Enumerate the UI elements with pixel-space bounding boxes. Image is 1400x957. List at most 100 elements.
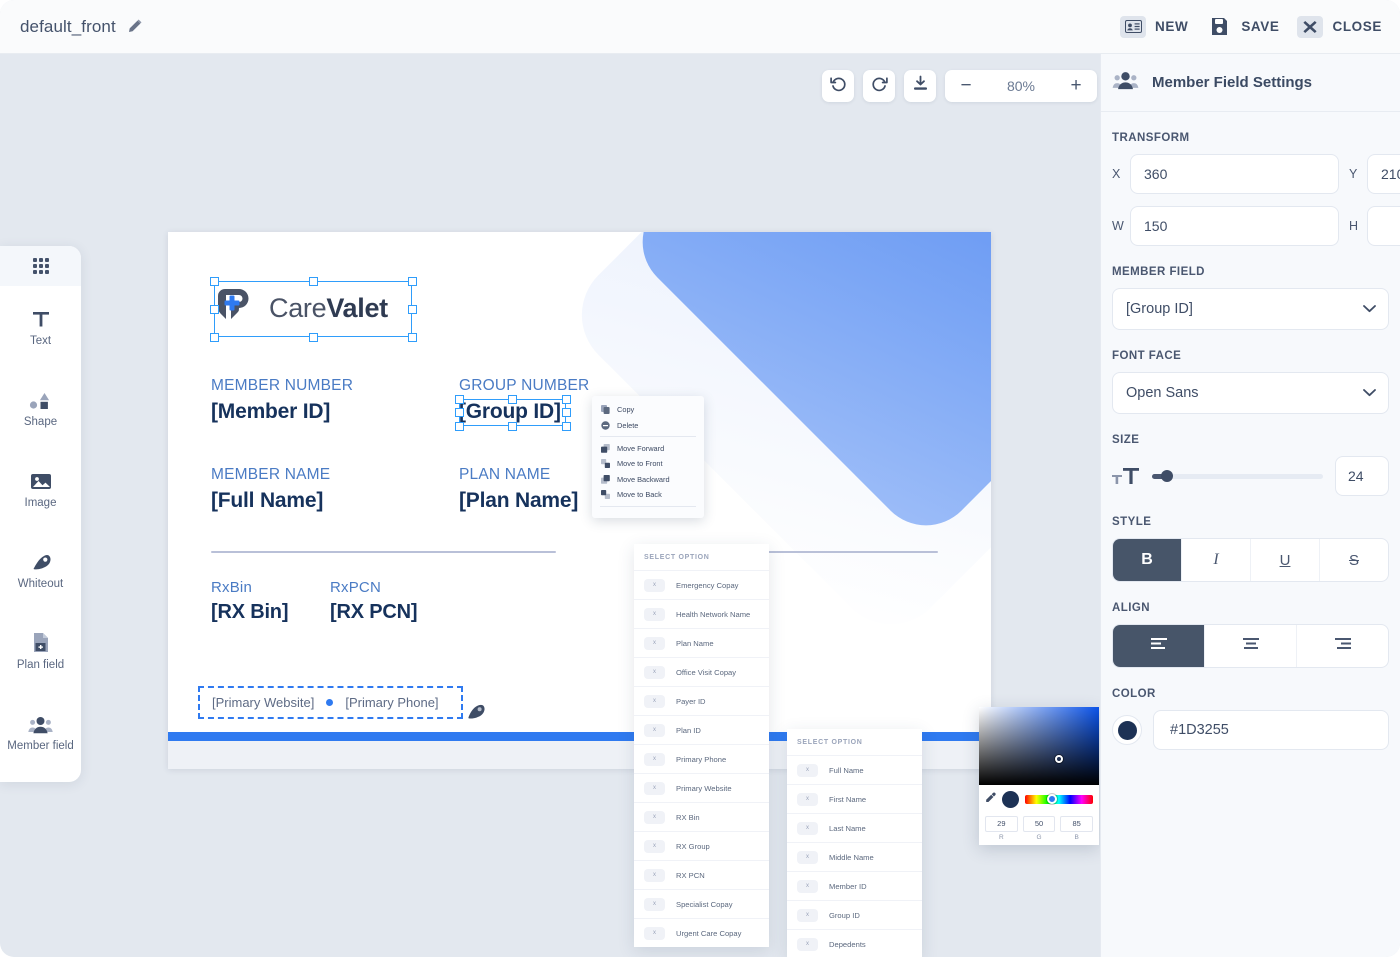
resize-handle-e[interactable] (562, 408, 571, 417)
y-input[interactable] (1367, 154, 1400, 194)
resize-handle-w[interactable] (210, 305, 219, 314)
color-g-input[interactable] (1022, 815, 1056, 832)
dropdown-option[interactable]: x Last Name (787, 813, 922, 842)
resize-handle-w[interactable] (455, 408, 464, 417)
color-r-input[interactable] (985, 815, 1018, 832)
settings-panel-body: TRANSFORM X Y W H MEMBER FIELD [Group ID… (1101, 112, 1400, 750)
dropdown-option[interactable]: x RX Group (634, 831, 769, 860)
document-title-group[interactable]: default_front (20, 17, 142, 37)
save-button[interactable]: SAVE (1206, 16, 1279, 38)
align-right-button[interactable] (1297, 625, 1388, 667)
download-button[interactable] (904, 70, 936, 102)
tool-image[interactable]: Image (0, 448, 81, 529)
dropdown-option[interactable]: x Depedents (787, 929, 922, 957)
hue-slider-knob[interactable] (1047, 794, 1058, 804)
italic-button[interactable]: I (1182, 539, 1251, 581)
underline-button[interactable]: U (1251, 539, 1320, 581)
resize-handle-sw[interactable] (210, 333, 219, 342)
strikethrough-button[interactable]: S (1320, 539, 1388, 581)
card-divider-right (763, 551, 938, 553)
context-menu-item-copy[interactable]: Copy (592, 402, 704, 417)
new-button[interactable]: NEW (1120, 15, 1188, 38)
bold-button[interactable]: B (1113, 539, 1182, 581)
color-saturation-area[interactable] (979, 707, 1099, 785)
resize-handle-nw[interactable] (210, 277, 219, 286)
toolbar-grid-toggle[interactable] (0, 246, 81, 286)
resize-handle-se[interactable] (408, 333, 417, 342)
member-field-select[interactable]: [Group ID] (1112, 288, 1389, 330)
card-field-rxbin[interactable]: RxBin [RX Bin] (211, 579, 288, 624)
dropdown-option[interactable]: x Payer ID (634, 686, 769, 715)
resize-handle-se[interactable] (562, 422, 571, 431)
card-field-member-number[interactable]: MEMBER NUMBER [Member ID] (211, 377, 353, 424)
resize-handle-n[interactable] (309, 277, 318, 286)
dropdown-option[interactable]: x RX PCN (634, 860, 769, 889)
dropdown-option[interactable]: x Member ID (787, 871, 922, 900)
dropdown-option[interactable]: x First Name (787, 784, 922, 813)
color-swatch-button[interactable] (1112, 715, 1142, 745)
dropdown-option[interactable]: x Emergency Copay (634, 570, 769, 599)
size-slider[interactable] (1152, 470, 1323, 482)
tool-plan-field-label: Plan field (16, 658, 65, 671)
hue-slider[interactable] (1025, 794, 1093, 804)
tool-shape[interactable]: Shape (0, 367, 81, 448)
card-field-rxpcn[interactable]: RxPCN [RX PCN] (330, 579, 417, 624)
undo-button[interactable] (822, 70, 854, 102)
font-face-select[interactable]: Open Sans (1112, 372, 1389, 414)
size-slider-knob[interactable] (1161, 470, 1174, 482)
dropdown-option[interactable]: x Middle Name (787, 842, 922, 871)
context-menu-item-move-to-front[interactable]: Move to Front (592, 456, 704, 471)
dropdown-option[interactable]: x Primary Phone (634, 744, 769, 773)
align-center-button[interactable] (1205, 625, 1297, 667)
context-menu-item-delete[interactable]: Delete (592, 417, 704, 432)
card-field-member-name[interactable]: MEMBER NAME [Full Name] (211, 466, 330, 513)
color-picker-cursor[interactable] (1055, 755, 1063, 763)
resize-handle-n[interactable] (508, 395, 517, 404)
x-input[interactable] (1130, 154, 1339, 194)
pencil-icon[interactable] (126, 19, 142, 35)
context-menu-item-move-to-back[interactable]: Move to Back (592, 487, 704, 502)
resize-handle-sw[interactable] (455, 422, 464, 431)
tool-whiteout[interactable]: Whiteout (0, 529, 81, 610)
dropdown-option[interactable]: x RX Bin (634, 802, 769, 831)
dropdown-option[interactable]: x Specialist Copay (634, 889, 769, 918)
resize-handle-ne[interactable] (562, 395, 571, 404)
color-b-input[interactable] (1060, 815, 1094, 832)
dropdown-option[interactable]: x Full Name (787, 755, 922, 784)
top-bar: default_front NEW SAVE CLOSE (0, 0, 1400, 54)
color-r-field[interactable]: R (985, 813, 1018, 841)
tool-member-field[interactable]: Member field (0, 691, 81, 772)
dropdown-option[interactable]: x Plan ID (634, 715, 769, 744)
eyedropper-icon[interactable] (985, 790, 996, 808)
shape-icon (29, 388, 53, 410)
h-input[interactable] (1367, 206, 1400, 246)
resize-handle-nw[interactable] (455, 395, 464, 404)
dropdown-option[interactable]: x Health Network Name (634, 599, 769, 628)
zoom-out-button[interactable]: − (949, 71, 983, 101)
card-field-plan-name[interactable]: PLAN NAME [Plan Name] (459, 466, 578, 513)
resize-handle-ne[interactable] (408, 277, 417, 286)
dropdown-option[interactable]: x Primary Website (634, 773, 769, 802)
context-menu-item-move-forward[interactable]: Move Forward (592, 441, 704, 456)
context-menu-item-move-backward[interactable]: Move Backward (592, 472, 704, 487)
size-value-input[interactable]: 24 (1335, 456, 1389, 496)
resize-handle-e[interactable] (408, 305, 417, 314)
color-hex-input[interactable] (1153, 710, 1389, 750)
resize-handle-s[interactable] (508, 422, 517, 431)
zoom-in-button[interactable]: + (1059, 71, 1093, 101)
color-g-field[interactable]: G (1022, 813, 1056, 841)
w-input[interactable] (1130, 206, 1339, 246)
tool-plan-field[interactable]: Plan field (0, 610, 81, 691)
dropdown-option[interactable]: x Office Visit Copay (634, 657, 769, 686)
redo-button[interactable] (863, 70, 895, 102)
dropdown-option[interactable]: x Plan Name (634, 628, 769, 657)
resize-handle-s[interactable] (309, 333, 318, 342)
dropdown-option[interactable]: x Urgent Care Copay (634, 918, 769, 947)
color-b-field[interactable]: B (1060, 813, 1094, 841)
align-left-button[interactable] (1113, 625, 1205, 667)
card-footer-contact-field[interactable]: [Primary Website] [Primary Phone] (198, 686, 463, 719)
dropdown-option[interactable]: x Group ID (787, 900, 922, 929)
tool-text[interactable]: Text (0, 286, 81, 367)
close-button[interactable]: CLOSE (1297, 15, 1382, 38)
member-field-icon (28, 712, 53, 734)
